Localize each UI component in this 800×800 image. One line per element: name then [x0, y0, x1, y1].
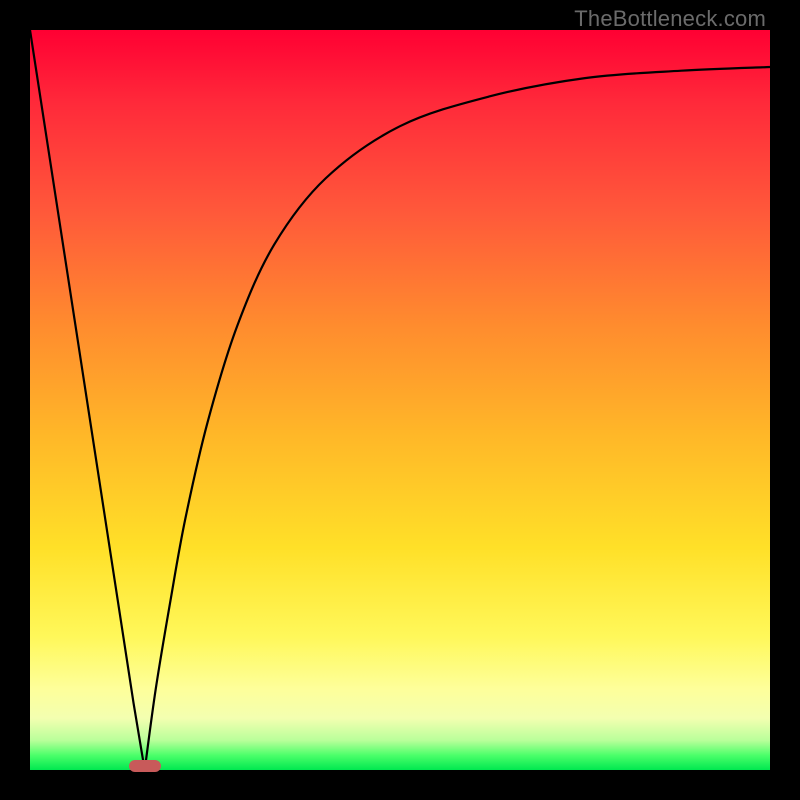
- watermark-text: TheBottleneck.com: [574, 6, 766, 32]
- vertex-marker: [129, 760, 161, 772]
- left-branch-path: [30, 30, 145, 770]
- plot-area: [30, 30, 770, 770]
- right-branch-path: [145, 67, 770, 770]
- curve-layer: [30, 30, 770, 770]
- chart-frame: TheBottleneck.com: [0, 0, 800, 800]
